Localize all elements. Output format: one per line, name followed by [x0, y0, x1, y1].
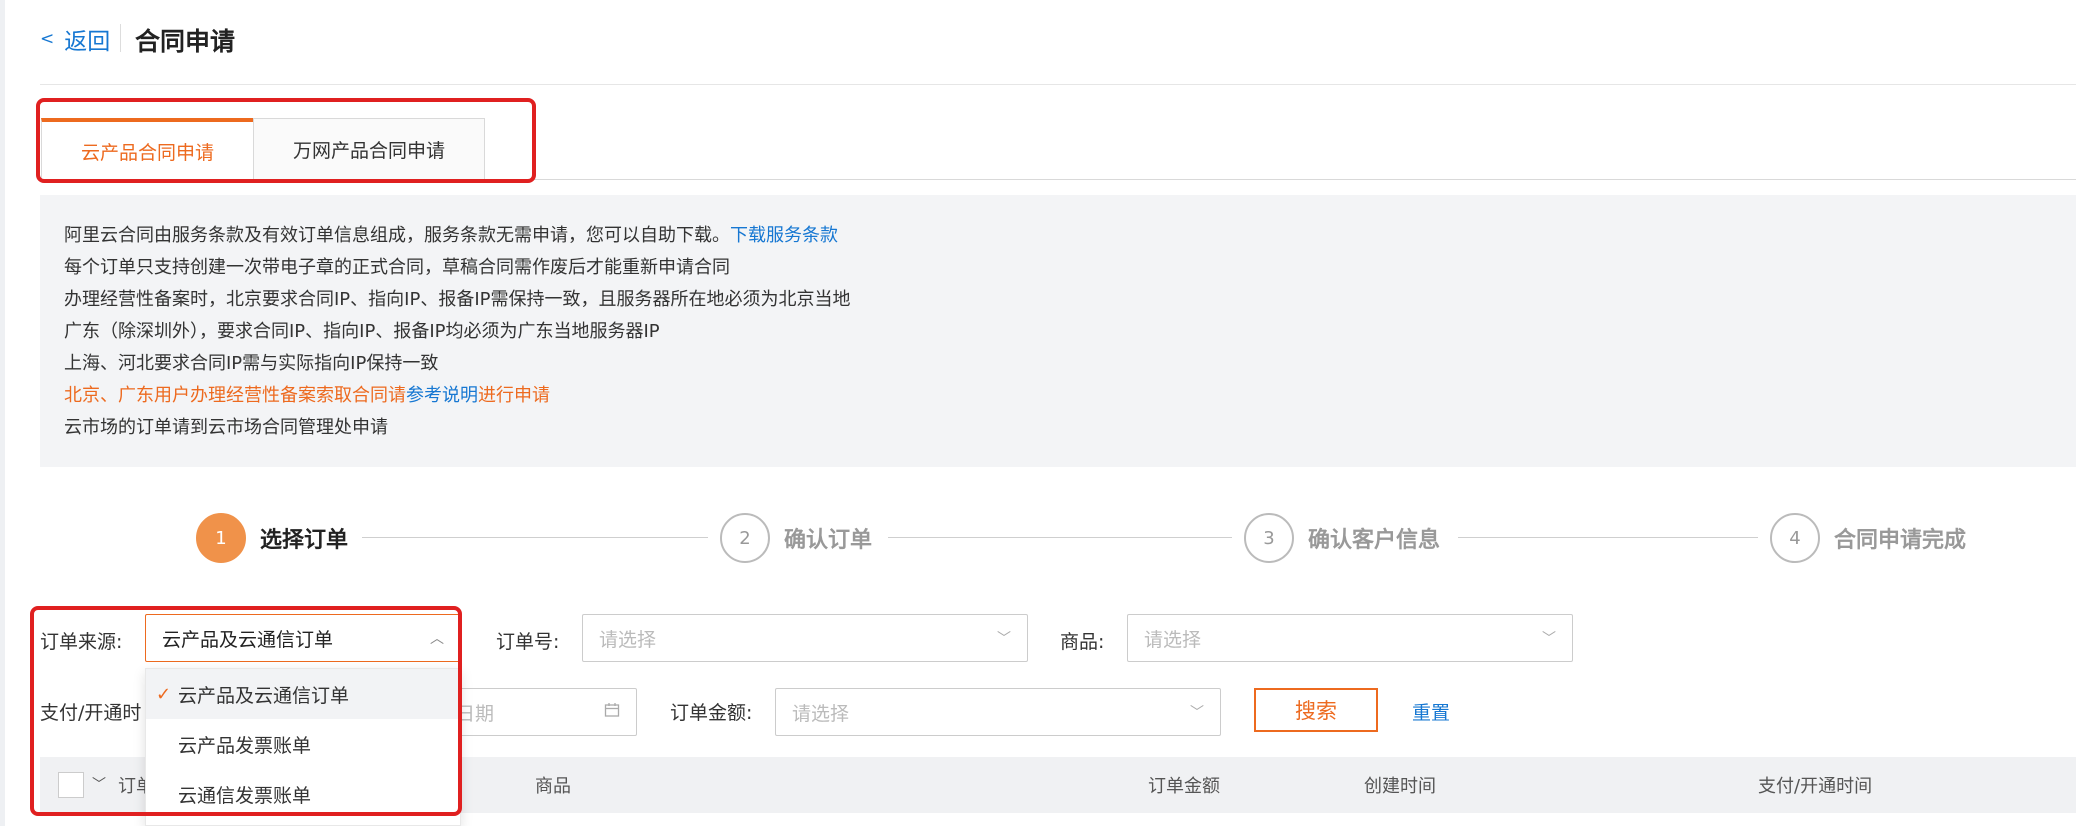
amount-placeholder: 请选择: [792, 702, 850, 725]
step-connector: [888, 537, 1232, 538]
product-placeholder: 请选择: [1144, 628, 1202, 651]
select-all-checkbox[interactable]: [58, 772, 84, 798]
chevron-left-icon: <: [40, 29, 55, 49]
step-number: 1: [196, 513, 246, 563]
order-source-select[interactable]: 云产品及云通信订单 ︿: [145, 614, 461, 662]
download-terms-link[interactable]: 下载服务条款: [730, 225, 838, 246]
chevron-down-icon: ﹀: [997, 631, 1011, 647]
option-label: 云产品发票账单: [178, 734, 312, 757]
step-number: 4: [1770, 513, 1820, 563]
warning-text-end: 进行申请: [478, 385, 550, 406]
dropdown-option[interactable]: 云通信发票账单: [146, 769, 460, 819]
tabs-baseline: [484, 179, 2076, 180]
amount-select[interactable]: 请选择 ﹀: [775, 688, 1221, 736]
step-select-order: 1 选择订单: [196, 513, 348, 563]
header-divider: [120, 24, 121, 52]
amount-label: 订单金额:: [670, 702, 753, 724]
chevron-down-icon[interactable]: ﹀: [92, 774, 106, 794]
notice-line: 办理经营性备案时，北京要求合同IP、指向IP、报备IP需保持一致，且服务器所在地…: [64, 289, 851, 310]
chevron-down-icon: ﹀: [1190, 705, 1204, 721]
notice-line: 云市场的订单请到云市场合同管理处申请: [64, 417, 388, 438]
pay-time-label: 支付/开通时: [40, 702, 142, 724]
back-label: 返回: [64, 29, 111, 55]
notice-line: 阿里云合同由服务条款及有效订单信息组成，服务条款无需申请，您可以自助下载。下载服…: [64, 220, 2052, 252]
notice-line: 上海、河北要求合同IP需与实际指向IP保持一致: [64, 353, 439, 374]
step-label: 确认客户信息: [1308, 528, 1441, 553]
step-connector: [362, 537, 708, 538]
option-label: 云产品及云通信订单: [178, 684, 350, 707]
tabs-highlight-box: [36, 98, 536, 183]
warning-text: 北京、广东用户办理经营性备案索取合同请: [64, 385, 406, 406]
step-confirm-customer: 3 确认客户信息: [1244, 513, 1440, 563]
notice-line-warning: 北京、广东用户办理经营性备案索取合同请参考说明进行申请: [64, 380, 2052, 412]
notice-panel: 阿里云合同由服务条款及有效订单信息组成，服务条款无需申请，您可以自助下载。下载服…: [40, 195, 2076, 467]
notice-line: 每个订单只支持创建一次带电子章的正式合同，草稿合同需作废后才能重新申请合同: [64, 257, 730, 278]
step-label: 合同申请完成: [1834, 528, 1967, 553]
page-title: 合同申请: [135, 27, 236, 56]
step-label: 选择订单: [260, 528, 349, 553]
chevron-down-icon: ﹀: [1542, 631, 1556, 647]
check-icon: ✓: [156, 683, 172, 705]
header-separator: [40, 84, 2076, 85]
step-number: 2: [720, 513, 770, 563]
dropdown-option[interactable]: ✓ 云产品及云通信订单: [146, 669, 460, 719]
order-source-dropdown: ✓ 云产品及云通信订单 云产品发票账单 云通信发票账单: [145, 668, 461, 826]
order-no-label: 订单号:: [496, 631, 560, 653]
column-header-product: 商品: [535, 776, 571, 797]
order-no-placeholder: 请选择: [599, 628, 657, 651]
column-header-created-time: 创建时间: [1364, 776, 1436, 797]
date-placeholder: 日期: [456, 702, 495, 725]
search-button[interactable]: 搜索: [1254, 688, 1378, 732]
notice-text: 阿里云合同由服务条款及有效订单信息组成，服务条款无需申请，您可以自助下载。: [64, 225, 730, 246]
option-label: 云通信发票账单: [178, 784, 312, 807]
step-number: 3: [1244, 513, 1294, 563]
column-header-pay-time: 支付/开通时间: [1758, 776, 1873, 797]
left-rail: [0, 0, 5, 826]
order-no-select[interactable]: 请选择 ﹀: [582, 614, 1028, 662]
notice-line: 广东（除深圳外），要求合同IP、指向IP、报备IP均必须为广东当地服务器IP: [64, 321, 660, 342]
dropdown-option[interactable]: 云产品发票账单: [146, 719, 460, 769]
back-link[interactable]: < 返回: [40, 22, 110, 56]
reset-link[interactable]: 重置: [1412, 698, 1450, 725]
step-complete: 4 合同申请完成: [1770, 513, 1966, 563]
end-date-input[interactable]: 日期: [445, 688, 637, 736]
step-connector: [1458, 537, 1758, 538]
chevron-up-icon: ︿: [430, 631, 444, 647]
calendar-icon: [604, 702, 620, 722]
product-label: 商品:: [1060, 631, 1105, 653]
reference-link[interactable]: 参考说明: [406, 385, 478, 406]
order-source-value: 云产品及云通信订单: [162, 628, 334, 651]
step-label: 确认订单: [784, 528, 873, 553]
column-header-amount: 订单金额: [1148, 776, 1220, 797]
product-select[interactable]: 请选择 ﹀: [1127, 614, 1573, 662]
order-source-label: 订单来源:: [40, 631, 123, 653]
step-confirm-order: 2 确认订单: [720, 513, 872, 563]
